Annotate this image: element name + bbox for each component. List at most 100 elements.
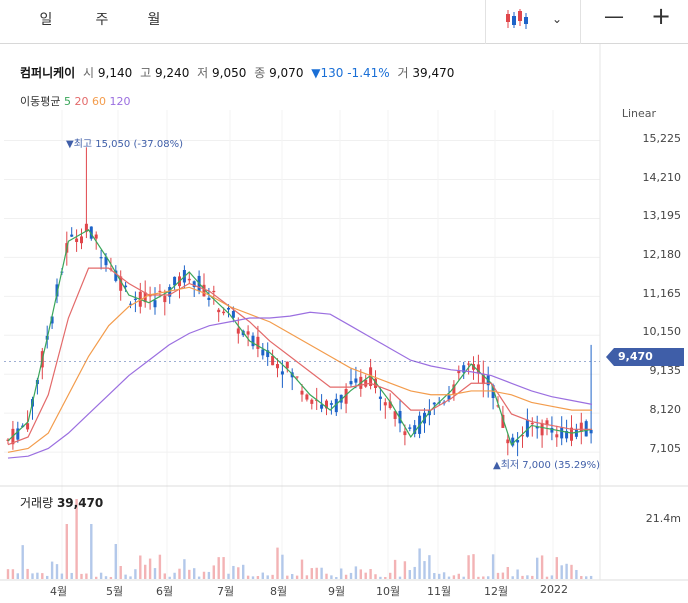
candle-body bbox=[349, 381, 353, 385]
volume-bar bbox=[173, 572, 176, 579]
volume-bar bbox=[55, 564, 59, 579]
candle-body bbox=[310, 399, 314, 404]
candle-body bbox=[80, 236, 83, 244]
volume-bar bbox=[158, 554, 162, 579]
volume-bar bbox=[139, 555, 142, 579]
volume-bar bbox=[526, 575, 529, 579]
volume-bar bbox=[423, 561, 426, 579]
volume-bar bbox=[251, 576, 255, 579]
volume-bar bbox=[384, 576, 387, 579]
candle-body bbox=[227, 307, 230, 310]
candle-body bbox=[271, 355, 275, 366]
volume-bar bbox=[36, 572, 39, 579]
y-tick: 13,195 bbox=[642, 209, 682, 222]
current-price-tag: 9,470 bbox=[606, 348, 684, 366]
volume-bar bbox=[320, 567, 323, 579]
volume-bar bbox=[70, 572, 73, 579]
volume-bar bbox=[555, 557, 558, 579]
volume-bar bbox=[281, 554, 284, 579]
volume-bar bbox=[521, 575, 524, 579]
volume-bar bbox=[41, 573, 44, 579]
volume-bar bbox=[178, 568, 181, 579]
volume-bar bbox=[585, 576, 588, 579]
candle-body bbox=[75, 238, 79, 243]
volume-bar bbox=[144, 564, 147, 579]
y-tick: 8,120 bbox=[649, 403, 682, 416]
volume-bar bbox=[266, 575, 269, 579]
candle-body bbox=[506, 439, 510, 444]
volume-bar bbox=[491, 554, 495, 579]
y-tick: 11,165 bbox=[642, 287, 682, 300]
candle-body bbox=[354, 378, 358, 383]
x-tick: 12월 bbox=[484, 585, 509, 598]
high-annotation: ▼최고 15,050 (-37.08%) bbox=[66, 139, 183, 150]
volume-bar bbox=[232, 565, 235, 579]
volume-bar bbox=[428, 555, 431, 579]
candle-body bbox=[530, 423, 534, 425]
volume-bar bbox=[487, 576, 490, 579]
volume-bar bbox=[438, 573, 441, 579]
volume-bar bbox=[315, 567, 318, 579]
volume-bar bbox=[536, 557, 539, 579]
candle-body bbox=[207, 297, 211, 300]
candle-body bbox=[408, 427, 412, 429]
x-tick: 6월 bbox=[156, 585, 174, 598]
volume-bar bbox=[364, 572, 367, 579]
candle-body bbox=[153, 300, 157, 308]
volume-panel-title: 거래량 bbox=[20, 496, 54, 510]
volume-bar bbox=[80, 573, 83, 579]
candle-body bbox=[251, 335, 255, 347]
candle-body bbox=[295, 376, 299, 378]
volume-bar bbox=[286, 575, 289, 579]
candle-body bbox=[246, 331, 250, 335]
volume-bar bbox=[11, 569, 15, 579]
price-chart[interactable] bbox=[0, 0, 688, 603]
volume-bar bbox=[462, 576, 465, 579]
volume-bar bbox=[50, 561, 54, 579]
low-annotation: ▲최저 7,000 (35.29%) bbox=[493, 460, 601, 471]
candle-body bbox=[217, 309, 221, 313]
candle-body bbox=[222, 311, 226, 314]
volume-bar bbox=[325, 573, 328, 579]
volume-bar bbox=[197, 576, 201, 579]
x-tick: 10월 bbox=[376, 585, 401, 598]
y-tick: 12,180 bbox=[642, 248, 682, 261]
candle-body bbox=[403, 431, 407, 436]
volume-bar bbox=[379, 576, 382, 579]
candle-body bbox=[300, 390, 304, 395]
volume-bar bbox=[393, 559, 397, 579]
volume-bar bbox=[300, 559, 304, 579]
volume-bar bbox=[472, 554, 475, 579]
candle-body bbox=[276, 364, 279, 369]
volume-bar bbox=[408, 570, 411, 579]
volume-bar bbox=[163, 573, 166, 579]
x-tick: 9월 bbox=[328, 585, 346, 598]
volume-bar bbox=[26, 568, 29, 579]
volume-bar bbox=[60, 573, 64, 579]
volume-bar bbox=[398, 576, 402, 579]
volume-bar bbox=[389, 572, 392, 579]
volume-bar bbox=[168, 576, 171, 579]
ma-120-line bbox=[7, 311, 593, 459]
candle-body bbox=[26, 423, 30, 430]
volume-bar bbox=[374, 574, 377, 579]
volume-bar bbox=[344, 574, 348, 579]
candle-body bbox=[94, 234, 98, 239]
volume-bar bbox=[506, 567, 509, 579]
volume-bar bbox=[242, 564, 245, 579]
candle-body bbox=[212, 290, 216, 293]
volume-bar bbox=[540, 555, 544, 579]
candle-body bbox=[579, 422, 583, 432]
volume-bar bbox=[75, 499, 78, 579]
volume-bar bbox=[104, 576, 108, 579]
candle-body bbox=[163, 295, 167, 303]
volume-bar bbox=[124, 574, 127, 579]
candle-body bbox=[261, 349, 265, 356]
volume-bar bbox=[516, 569, 519, 579]
x-tick: 4월 bbox=[50, 585, 68, 598]
volume-bar bbox=[183, 559, 186, 579]
y-tick: 7,105 bbox=[649, 442, 682, 455]
candle-body bbox=[236, 328, 240, 334]
volume-bar bbox=[207, 571, 211, 579]
volume-bar bbox=[256, 576, 260, 579]
